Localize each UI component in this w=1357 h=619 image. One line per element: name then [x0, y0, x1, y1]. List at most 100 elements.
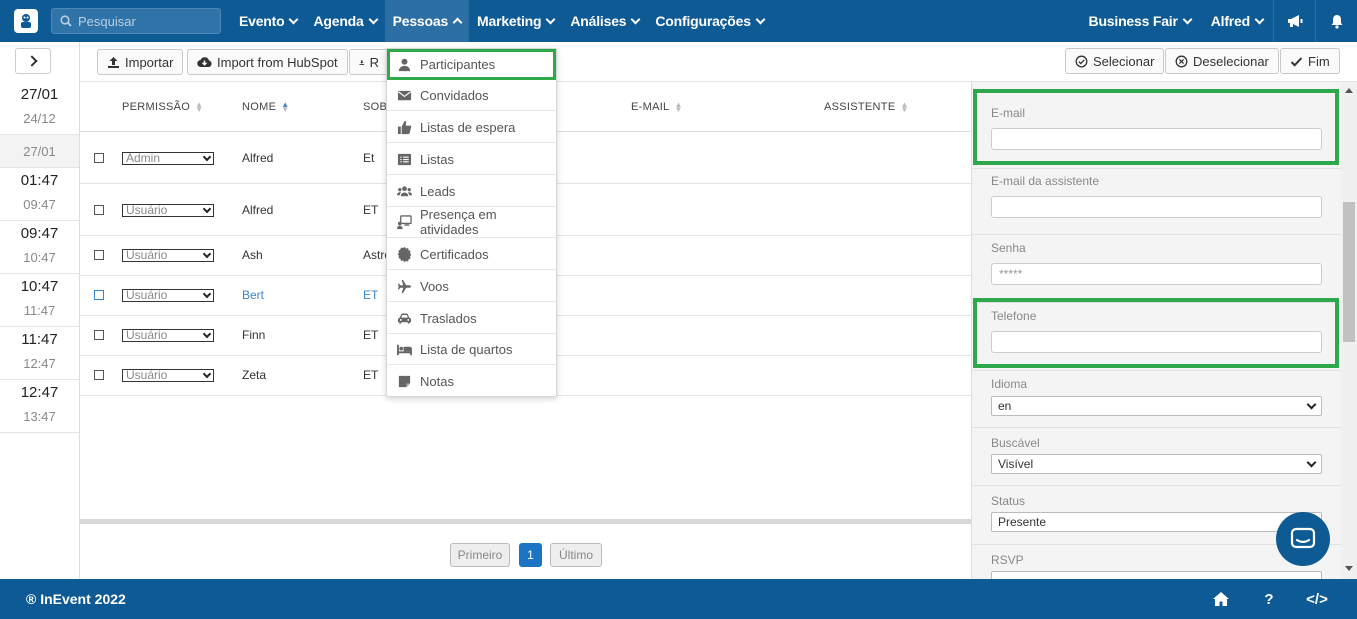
- chat-launcher-button[interactable]: [1276, 512, 1330, 566]
- language-label: Idioma: [991, 377, 1028, 391]
- nav-evento[interactable]: Evento: [231, 0, 305, 42]
- nav-marketing[interactable]: Marketing: [469, 0, 562, 42]
- menu-item-leads[interactable]: Leads: [387, 176, 556, 207]
- row-checkbox[interactable]: [94, 250, 104, 260]
- cell-name: Finn: [242, 328, 266, 342]
- row-checkbox[interactable]: [94, 370, 104, 380]
- permission-select[interactable]: Usuário: [122, 204, 214, 217]
- nav-configuracoes[interactable]: Configurações: [647, 0, 771, 42]
- notifications-button[interactable]: [1315, 0, 1357, 42]
- help-button[interactable]: ?: [1245, 591, 1293, 608]
- home-button[interactable]: [1197, 591, 1245, 608]
- user-menu[interactable]: Alfred: [1201, 0, 1273, 42]
- list-icon: [397, 153, 412, 165]
- timeline-block[interactable]: 09:47 10:47: [0, 221, 79, 274]
- chevron-down-icon: [1306, 457, 1317, 468]
- timeline-block[interactable]: 11:47 12:47: [0, 327, 79, 380]
- developer-code-button[interactable]: </>: [1293, 591, 1341, 608]
- menu-item-convidados[interactable]: Convidados: [387, 80, 556, 111]
- nav-pessoas[interactable]: Pessoas: [384, 0, 470, 42]
- menu-item-traslados[interactable]: Traslados: [387, 303, 556, 334]
- menu-item-presenca-em-atividades[interactable]: Presença em atividades: [387, 207, 556, 238]
- timeline-block[interactable]: 12:47 13:47: [0, 380, 79, 433]
- row-checkbox[interactable]: [94, 205, 104, 215]
- divider: [972, 370, 1341, 371]
- nav-agenda[interactable]: Agenda: [305, 0, 384, 42]
- menu-item-notas[interactable]: Notas: [387, 366, 556, 397]
- expand-sidebar-button[interactable]: [15, 48, 51, 74]
- pagination-last[interactable]: Último: [550, 543, 602, 567]
- chevron-down-icon: [202, 369, 212, 379]
- timeline-block[interactable]: 27/01 24/12: [0, 82, 79, 135]
- assistant-email-field[interactable]: [991, 196, 1322, 218]
- timeline-block[interactable]: 10:47 11:47: [0, 274, 79, 327]
- copyright-text: ® InEvent 2022: [26, 591, 126, 607]
- permission-select[interactable]: Usuário: [122, 369, 214, 382]
- chevron-down-icon: [202, 249, 212, 259]
- vertical-scrollbar[interactable]: [1341, 82, 1357, 579]
- col-email[interactable]: E-MAIL ▲ ▼: [631, 100, 683, 115]
- search-input[interactable]: [78, 13, 208, 29]
- sort-icon: ▲ ▼: [674, 100, 683, 115]
- password-field[interactable]: *****: [991, 263, 1322, 285]
- toolbar: Importar Import from HubSpot R Seleciona…: [80, 42, 1357, 82]
- import-button[interactable]: Importar: [97, 49, 184, 75]
- col-permission[interactable]: PERMISSÃO ▲ ▼: [122, 101, 203, 114]
- nav-analises[interactable]: Análises: [562, 0, 647, 42]
- menu-item-listas-de-espera[interactable]: Listas de espera: [387, 112, 556, 143]
- scroll-up-arrow-icon[interactable]: [1345, 88, 1353, 93]
- scrollbar-thumb[interactable]: [1343, 202, 1355, 342]
- status-select[interactable]: Presente: [991, 512, 1322, 532]
- footer: ® InEvent 2022 ? </>: [0, 579, 1357, 619]
- timeline-block[interactable]: 27/01: [0, 135, 79, 168]
- permission-select[interactable]: Admin: [122, 152, 214, 165]
- menu-item-listas[interactable]: Listas: [387, 144, 556, 175]
- pagination-first[interactable]: Primeiro: [450, 543, 510, 567]
- upload-icon: [108, 56, 119, 68]
- menu-item-participantes[interactable]: Participantes: [387, 49, 556, 80]
- searchable-label: Buscável: [991, 436, 1040, 450]
- permission-select[interactable]: Usuário: [122, 289, 214, 302]
- col-assistant[interactable]: ASSISTENTE ▲ ▼: [824, 101, 909, 114]
- menu-item-lista-de-quartos[interactable]: Lista de quartos: [387, 334, 556, 365]
- row-checkbox[interactable]: [94, 330, 104, 340]
- import-hubspot-button[interactable]: Import from HubSpot: [187, 49, 348, 75]
- language-select[interactable]: en: [991, 396, 1322, 416]
- pessoas-dropdown-menu: Participantes Convidados Listas de esper…: [386, 48, 557, 397]
- deselect-button[interactable]: Deselecionar: [1165, 48, 1279, 74]
- status-label: Status: [991, 494, 1026, 508]
- row-checkbox[interactable]: [94, 290, 104, 300]
- horizontal-scrollbar[interactable]: [80, 519, 971, 524]
- top-navbar: Evento Agenda Pessoas Marketing Análises…: [0, 0, 1357, 42]
- company-menu[interactable]: Business Fair: [1079, 0, 1201, 42]
- chalkboard-user-icon: [397, 214, 412, 229]
- row-checkbox[interactable]: [94, 153, 104, 163]
- download-icon: [359, 59, 365, 65]
- pagination-page[interactable]: 1: [519, 543, 542, 567]
- report-button[interactable]: R: [349, 49, 389, 75]
- rsvp-select[interactable]: [991, 571, 1322, 579]
- permission-select[interactable]: Usuário: [122, 249, 214, 262]
- scroll-down-arrow-icon[interactable]: [1345, 566, 1353, 571]
- done-button[interactable]: Fim: [1280, 48, 1340, 74]
- bed-icon: [397, 344, 412, 355]
- megaphone-icon: [1287, 15, 1302, 27]
- sticky-note-icon: [398, 375, 411, 388]
- attendee-edit-form: E-mail E-mail da assistente Senha ***** …: [971, 82, 1341, 579]
- menu-item-certificados[interactable]: Certificados: [387, 239, 556, 270]
- search-icon: [60, 15, 72, 27]
- chevron-right-icon: [25, 55, 38, 67]
- permission-select[interactable]: Usuário: [122, 329, 214, 342]
- rsvp-label: RSVP: [991, 553, 1024, 567]
- timeline-block[interactable]: 01:47 09:47: [0, 168, 79, 221]
- select-button[interactable]: Selecionar: [1065, 48, 1165, 74]
- chevron-down-icon: [368, 14, 379, 24]
- app-logo-icon[interactable]: [14, 9, 38, 33]
- menu-item-voos[interactable]: Voos: [387, 271, 556, 302]
- announcement-button[interactable]: [1273, 0, 1315, 42]
- cell-surname: Et: [363, 151, 375, 165]
- search-box[interactable]: [51, 8, 221, 34]
- col-name[interactable]: NOME ▲ ▼: [242, 101, 289, 114]
- searchable-select[interactable]: Visível: [991, 454, 1322, 474]
- chevron-down-icon: [202, 289, 212, 299]
